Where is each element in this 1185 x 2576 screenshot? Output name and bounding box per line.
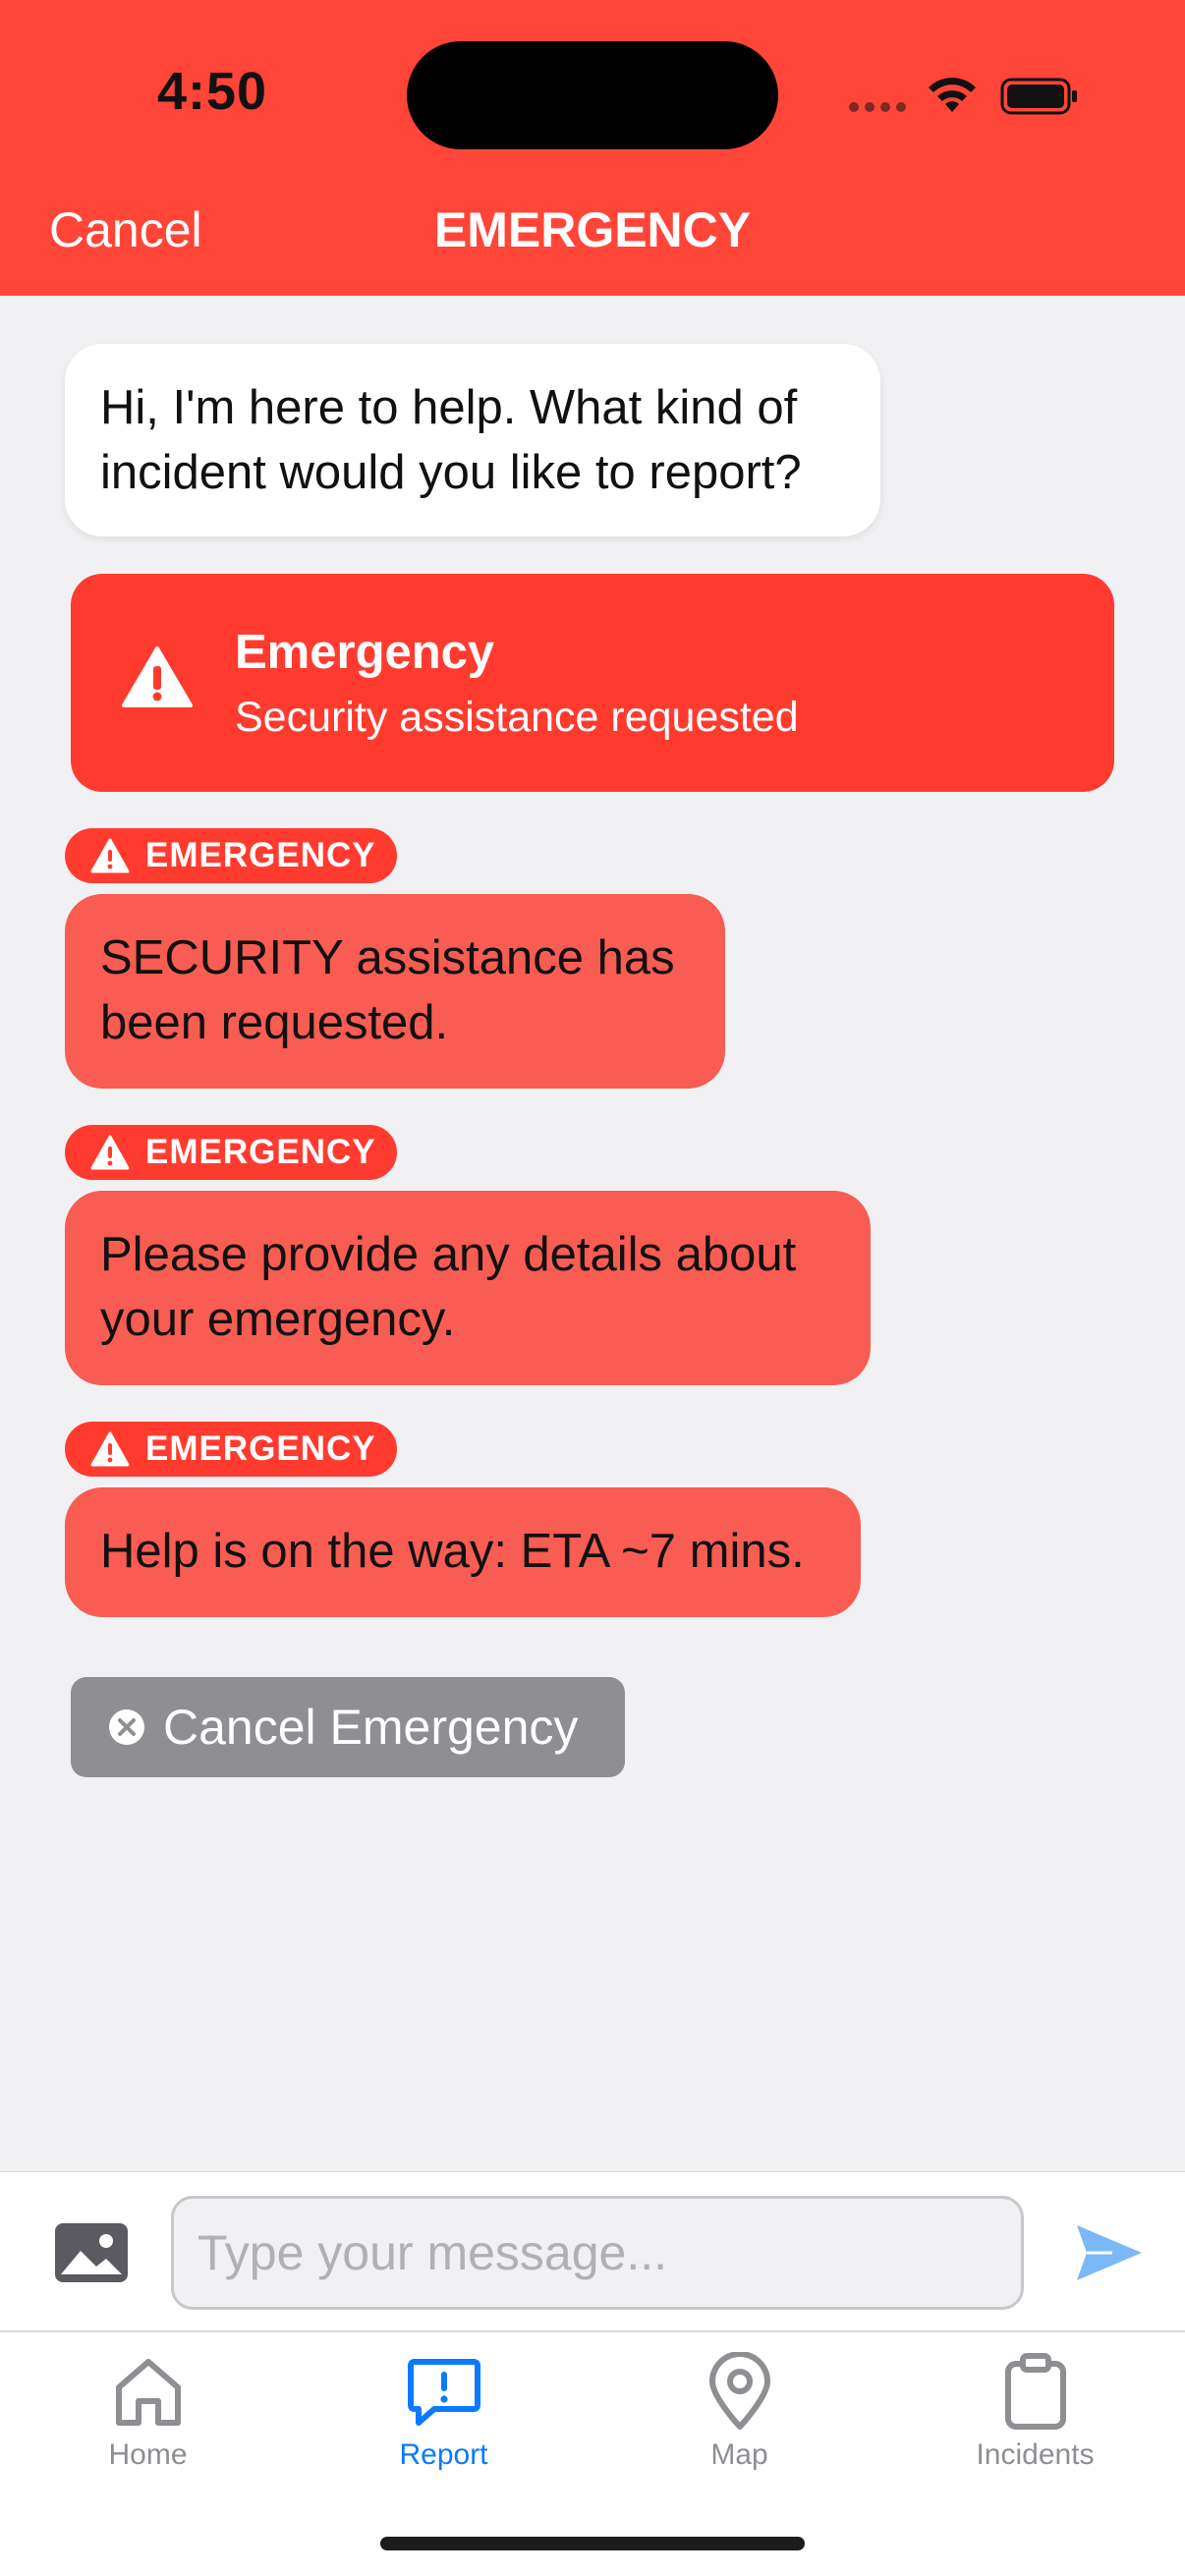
home-indicator: [380, 2537, 805, 2550]
tab-home[interactable]: Home: [0, 2332, 296, 2490]
tab-label: Report: [399, 2438, 488, 2471]
clipboard-icon: [1004, 2353, 1066, 2430]
emergency-alert-card[interactable]: Emergency Security assistance requested: [71, 574, 1114, 792]
map-pin-icon: [708, 2352, 770, 2430]
close-circle-icon: [109, 1709, 144, 1745]
tab-incidents[interactable]: Incidents: [887, 2332, 1183, 2490]
cancel-emergency-button[interactable]: Cancel Emergency: [71, 1677, 625, 1777]
cancel-button[interactable]: Cancel: [49, 201, 202, 258]
status-time: 4:50: [157, 62, 268, 121]
message-composer: [0, 2171, 1185, 2330]
emergency-message: SECURITY assistance has been requested.: [65, 894, 725, 1089]
cellular-signal-icon: [849, 102, 906, 112]
assistant-message: Hi, I'm here to help. What kind of incid…: [65, 344, 880, 536]
tab-label: Home: [108, 2438, 188, 2471]
emergency-message: Please provide any details about your em…: [65, 1191, 871, 1385]
warning-icon: [90, 1135, 130, 1170]
message-input[interactable]: [171, 2196, 1024, 2310]
emergency-message: Help is on the way: ETA ~7 mins.: [65, 1487, 861, 1617]
wifi-icon: [929, 78, 976, 112]
tab-report[interactable]: Report: [296, 2332, 592, 2490]
emergency-badge: EMERGENCY: [65, 828, 397, 883]
tab-label: Map: [710, 2438, 768, 2471]
send-icon[interactable]: [1073, 2221, 1144, 2284]
emergency-badge-label: EMERGENCY: [145, 836, 376, 874]
alert-title: Emergency: [235, 626, 495, 679]
warning-icon: [122, 646, 193, 707]
alert-subtitle: Security assistance requested: [235, 694, 799, 741]
emergency-badge: EMERGENCY: [65, 1125, 397, 1180]
warning-icon: [90, 1431, 130, 1467]
dynamic-island: [407, 41, 778, 149]
tab-label: Incidents: [976, 2438, 1095, 2471]
photo-icon[interactable]: [53, 2221, 130, 2284]
emergency-badge-label: EMERGENCY: [145, 1429, 376, 1468]
report-icon: [407, 2359, 480, 2426]
emergency-badge-label: EMERGENCY: [145, 1133, 376, 1171]
emergency-badge: EMERGENCY: [65, 1422, 397, 1477]
header: 4:50 Cancel EMERGENCY: [0, 0, 1185, 296]
cancel-emergency-label: Cancel Emergency: [163, 1700, 579, 1755]
home-icon: [115, 2359, 181, 2426]
warning-icon: [90, 838, 130, 873]
tab-map[interactable]: Map: [592, 2332, 887, 2490]
battery-icon: [1000, 78, 1077, 115]
